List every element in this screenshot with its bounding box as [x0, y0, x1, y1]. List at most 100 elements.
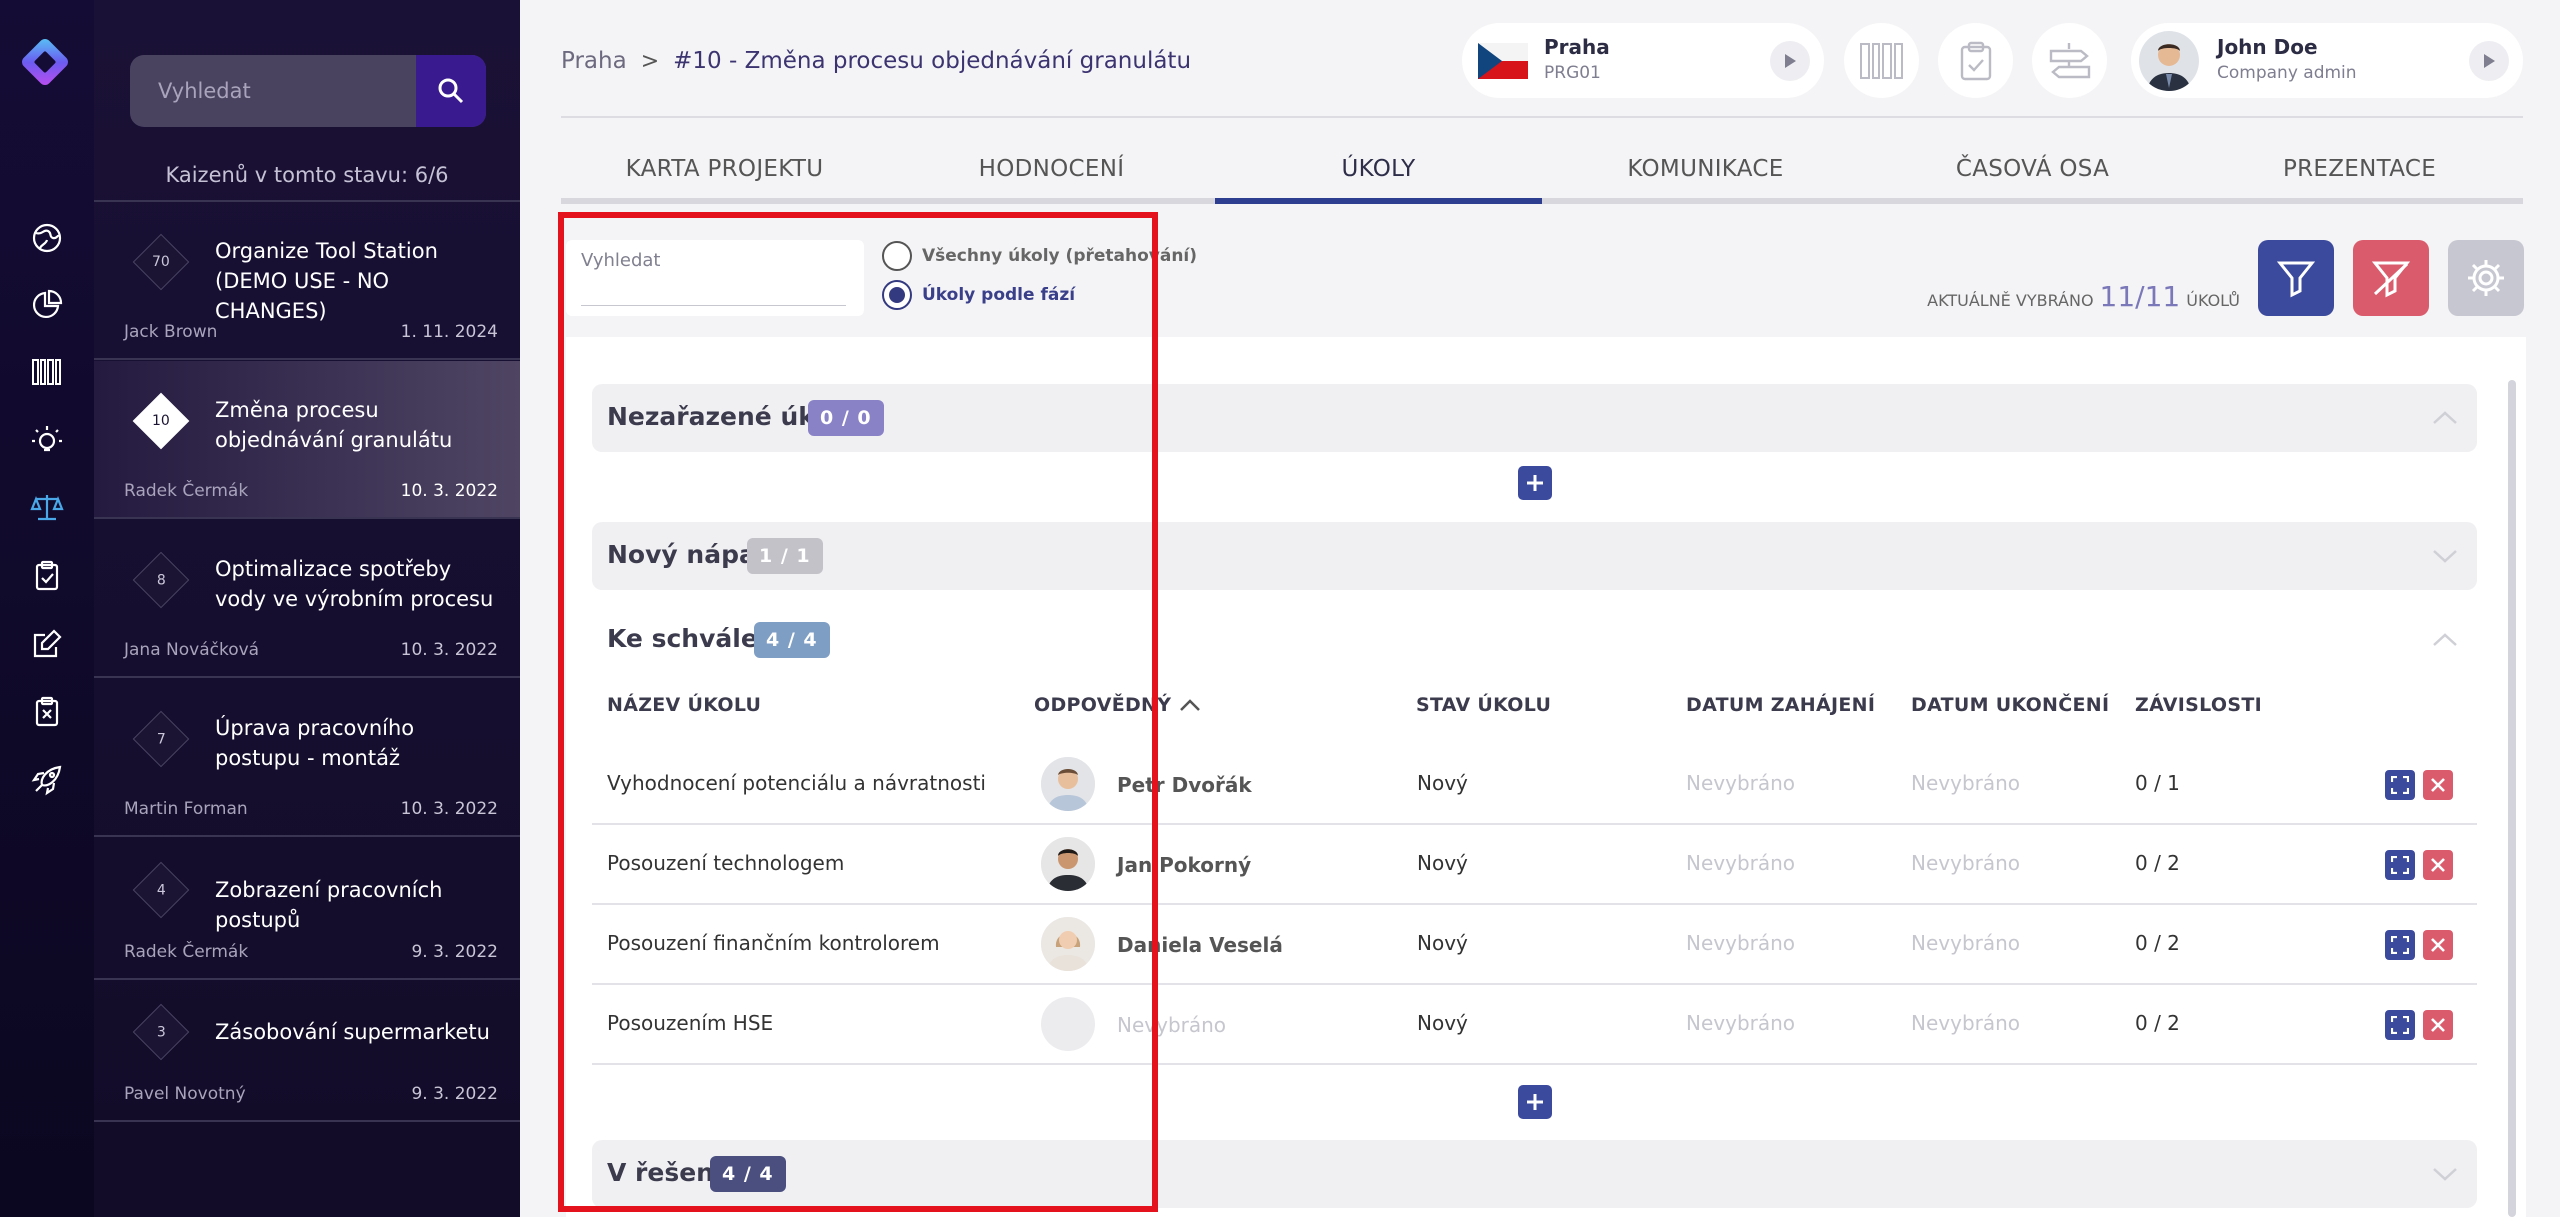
settings-button[interactable] — [2448, 240, 2524, 316]
chevron-down-icon[interactable] — [2431, 544, 2459, 568]
column-header-end-date[interactable]: DATUM UKONČENÍ — [1911, 694, 2109, 716]
radio-all-tasks[interactable]: Všechny úkoly (přetahování) — [882, 241, 1197, 271]
input-underline — [581, 305, 846, 306]
responsible-name[interactable]: Nevybráno — [1117, 1013, 1226, 1037]
edit-icon[interactable] — [27, 624, 67, 664]
delete-button[interactable] — [2423, 1010, 2453, 1040]
lightbulb-icon[interactable] — [27, 420, 67, 460]
app-logo-icon[interactable] — [15, 32, 75, 92]
tab-tasks[interactable]: ÚKOLY — [1215, 150, 1542, 204]
kaizen-list-item[interactable]: 8 Optimalizace spotřeby vody ve výrobním… — [94, 520, 520, 678]
kaizen-number-badge: 70 — [132, 233, 190, 291]
end-date[interactable]: Nevybráno — [1911, 1011, 2020, 1035]
kaizen-sidebar: Kaizenů v tomto stavu: 6/6 70 Organize T… — [94, 0, 520, 1217]
tab-evaluation[interactable]: HODNOCENÍ — [888, 150, 1215, 198]
location-selector[interactable]: Praha PRG01 — [1462, 23, 1824, 98]
kaizen-title: Organize Tool Station (DEMO USE - NO CHA… — [215, 239, 438, 323]
scrollbar[interactable] — [2508, 380, 2516, 1217]
user-name: John Doe — [2217, 35, 2318, 59]
user-menu-button[interactable] — [2469, 41, 2509, 81]
nav-rail — [0, 0, 94, 1217]
selected-suffix: ÚKOLŮ — [2186, 291, 2240, 310]
table-row[interactable]: Posouzením HSE Nevybráno Nový Nevybráno … — [592, 985, 2477, 1065]
kaizen-number-badge: 3 — [132, 1003, 190, 1061]
rocket-icon[interactable] — [27, 760, 67, 800]
column-header-task-name[interactable]: NÁZEV ÚKOLU — [607, 694, 761, 716]
kaizen-number-badge: 10 — [132, 392, 190, 450]
expand-button[interactable] — [2385, 1010, 2415, 1040]
globe-icon[interactable] — [27, 218, 67, 258]
start-date[interactable]: Nevybráno — [1686, 851, 1795, 875]
end-date[interactable]: Nevybráno — [1911, 931, 2020, 955]
section-new-idea[interactable]: Nový nápad 1 / 1 — [592, 522, 2477, 590]
delete-button[interactable] — [2423, 930, 2453, 960]
delete-button[interactable] — [2423, 850, 2453, 880]
play-arrow-icon — [1785, 54, 1796, 68]
tasks-button[interactable] — [1938, 23, 2013, 98]
expand-button[interactable] — [2385, 930, 2415, 960]
add-task-button[interactable] — [1518, 1085, 1552, 1119]
czech-flag-icon — [1478, 43, 1528, 79]
dependencies: 0 / 2 — [2135, 931, 2180, 955]
filter-button[interactable] — [2258, 240, 2334, 316]
add-task-button[interactable] — [1518, 466, 1552, 500]
radio-circle-selected — [882, 280, 912, 310]
chevron-up-icon[interactable] — [2431, 628, 2459, 652]
radio-tasks-by-phase[interactable]: Úkoly podle fází — [882, 280, 1075, 310]
clear-filter-button[interactable] — [2353, 240, 2429, 316]
table-row[interactable]: Posouzení finančním kontrolorem Daniela … — [592, 905, 2477, 985]
radio-all-tasks-label: Všechny úkoly (přetahování) — [922, 246, 1198, 266]
section-in-progress[interactable]: V řešení 4 / 4 — [592, 1140, 2477, 1208]
pie-chart-icon[interactable] — [27, 285, 67, 325]
start-date[interactable]: Nevybráno — [1686, 931, 1795, 955]
chevron-up-icon[interactable] — [2431, 406, 2459, 430]
expand-button[interactable] — [2385, 770, 2415, 800]
column-header-responsible[interactable]: ODPOVĚDNÝ — [1034, 694, 1201, 716]
end-date[interactable]: Nevybráno — [1911, 851, 2020, 875]
scales-icon[interactable] — [27, 488, 67, 528]
delete-button[interactable] — [2423, 770, 2453, 800]
section-approval[interactable]: Ke schválení 4 / 4 — [592, 606, 2477, 674]
task-search-label: Vyhledat — [581, 250, 661, 271]
column-header-dependencies[interactable]: ZÁVISLOSTI — [2135, 694, 2262, 716]
task-status: Nový — [1417, 931, 1468, 955]
dependencies: 0 / 2 — [2135, 1011, 2180, 1035]
barcode-button[interactable] — [1844, 23, 1919, 98]
tab-communication[interactable]: KOMUNIKACE — [1542, 150, 1869, 198]
avatar — [1041, 837, 1095, 891]
kaizen-list-item[interactable]: 4 Zobrazení pracovních postupů Radek Čer… — [94, 838, 520, 980]
start-date[interactable]: Nevybráno — [1686, 771, 1795, 795]
tab-presentation[interactable]: PREZENTACE — [2196, 150, 2523, 198]
search-button[interactable] — [416, 55, 486, 127]
end-date[interactable]: Nevybráno — [1911, 771, 2020, 795]
clipboard-x-icon[interactable] — [27, 692, 67, 732]
selected-count: AKTUÁLNĚ VYBRÁNO 11/11 ÚKOLŮ — [1927, 280, 2240, 313]
breadcrumb-separator: > — [640, 48, 660, 74]
expand-icon — [2391, 1016, 2409, 1034]
kaizen-list-item[interactable]: 70 Organize Tool Station (DEMO USE - NO … — [94, 202, 520, 360]
task-name: Vyhodnocení potenciálu a návratnosti — [607, 771, 986, 795]
barcode-icon[interactable] — [27, 352, 67, 392]
kaizen-list-item-active[interactable]: 10 Změna procesu objednávání granulátu R… — [94, 361, 520, 519]
switch-button[interactable] — [2032, 23, 2107, 98]
tab-project-card[interactable]: KARTA PROJEKTU — [561, 150, 888, 198]
tab-timeline[interactable]: ČASOVÁ OSA — [1869, 150, 2196, 198]
table-row[interactable]: Posouzení technologem Jan Pokorný Nový N… — [592, 825, 2477, 905]
table-row[interactable]: Vyhodnocení potenciálu a návratnosti Pet… — [592, 745, 2477, 825]
task-search-input[interactable]: Vyhledat — [566, 240, 864, 316]
expand-button[interactable] — [2385, 850, 2415, 880]
column-header-status[interactable]: STAV ÚKOLU — [1416, 694, 1551, 716]
kaizen-list-item[interactable]: 3 Zásobování supermarketu Pavel Novotný … — [94, 980, 520, 1122]
kaizen-list-item[interactable]: 7 Úprava pracovního postupu - montáž Mar… — [94, 679, 520, 837]
column-header-start-date[interactable]: DATUM ZAHÁJENÍ — [1686, 694, 1875, 716]
kaizen-search-input[interactable] — [130, 55, 410, 127]
plus-icon — [1527, 1094, 1543, 1110]
close-icon — [2431, 858, 2445, 872]
start-date[interactable]: Nevybráno — [1686, 1011, 1795, 1035]
section-unassigned[interactable]: Nezařazené úkoly 0 / 0 — [592, 384, 2477, 452]
location-expand-button[interactable] — [1770, 41, 1810, 81]
clipboard-check-icon[interactable] — [27, 556, 67, 596]
user-profile[interactable]: John Doe Company admin — [2131, 23, 2523, 98]
chevron-down-icon[interactable] — [2431, 1162, 2459, 1186]
breadcrumb-root[interactable]: Praha — [561, 48, 627, 74]
